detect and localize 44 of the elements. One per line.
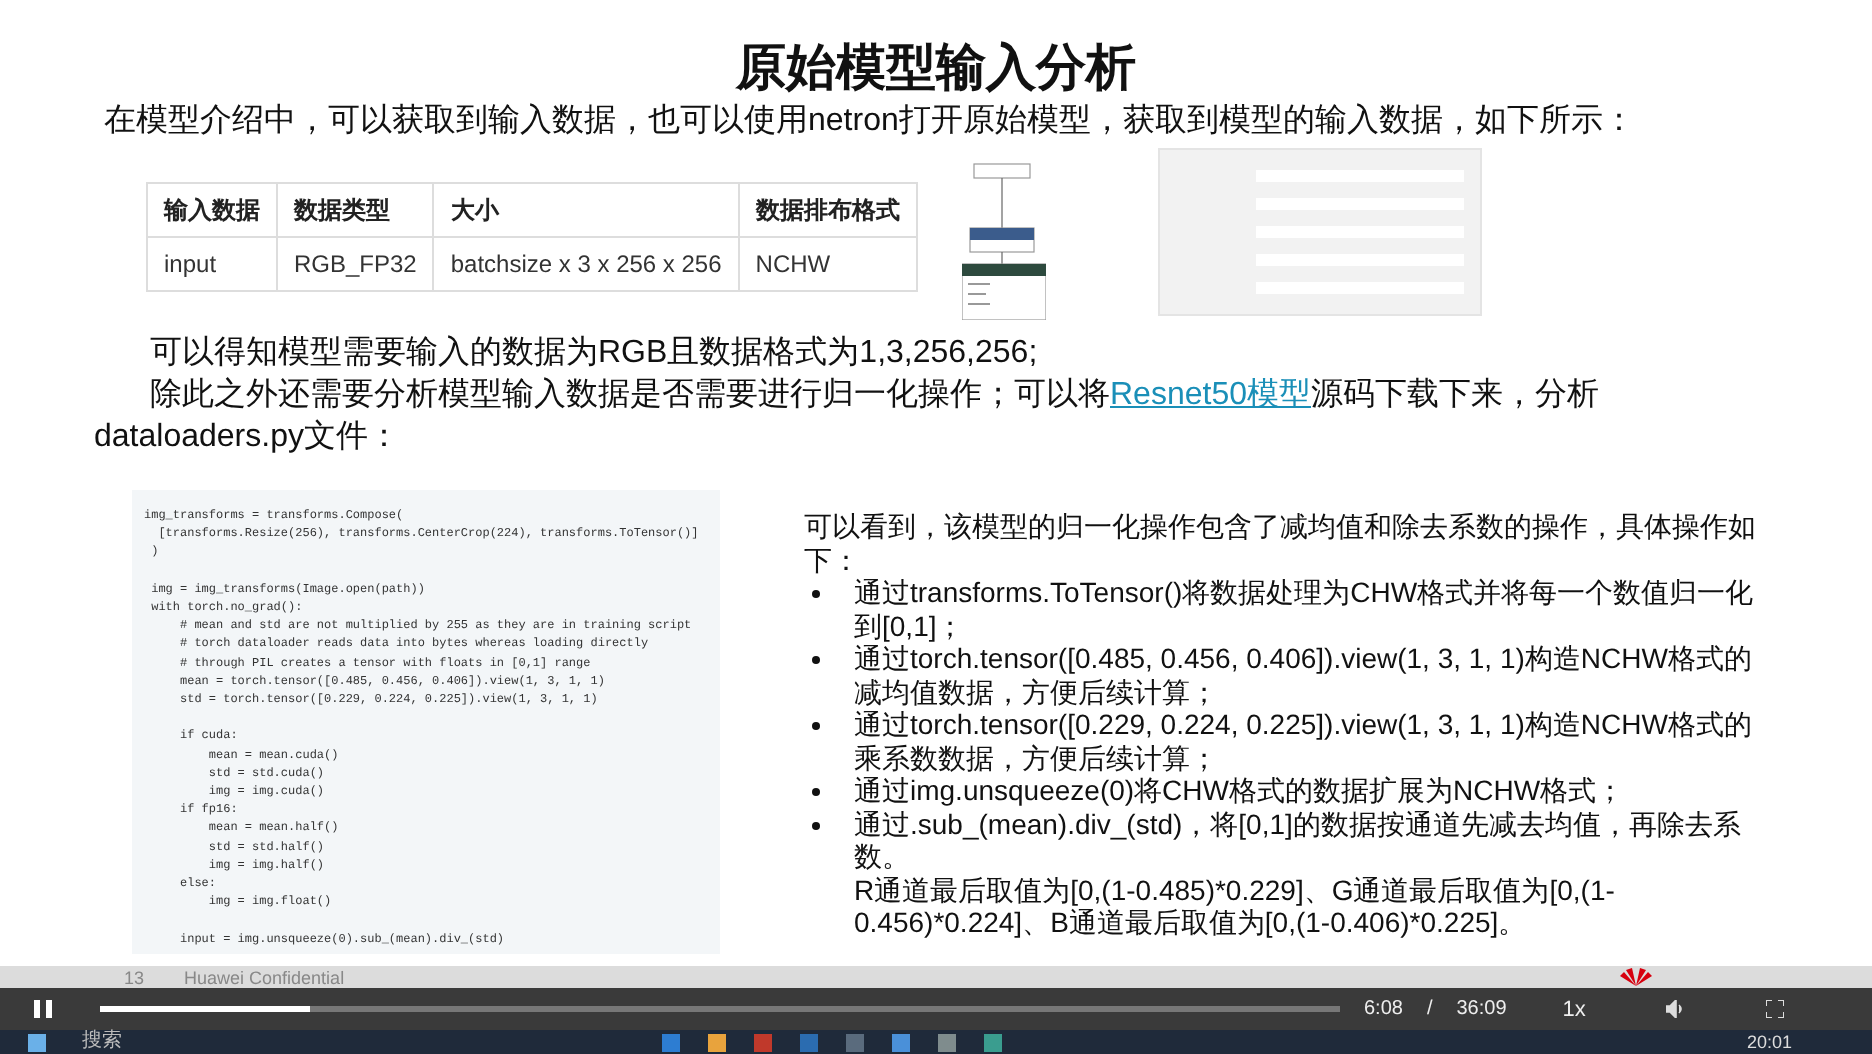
time-separator: / xyxy=(1426,998,1433,1020)
table-cell: RGB_FP32 xyxy=(277,237,434,291)
taskbar-app-icon[interactable] xyxy=(984,1033,1002,1051)
bullet-text: 通过img.unsqueeze(0)将CHW格式的数据扩展为NCHW格式； xyxy=(854,774,1627,807)
taskbar-app-icon[interactable] xyxy=(662,1033,680,1051)
explanation-text: 可以看到，该模型的归一化操作包含了减均值和除去系数的操作，具体操作如下： xyxy=(804,510,1758,576)
taskbar-clock: 20:01 xyxy=(1746,1032,1792,1052)
total-time: 36:09 xyxy=(1456,998,1507,1020)
bullet-icon xyxy=(812,821,820,829)
fullscreen-icon[interactable] xyxy=(1765,1000,1784,1018)
body-text: 除此之外还需要分析模型输入数据是否需要进行归一化操作；可以将Resnet50模型源码下载下来，分析dataloaders.py文件： xyxy=(94,375,1601,458)
taskbar-app-icon[interactable] xyxy=(708,1033,726,1051)
table-cell: batchsize x 3 x 256 x 256 xyxy=(433,237,739,291)
intro-text: 在模型介绍中，可以获取到输入数据，也可以使用netron打开原始模型，获取到模型的输入数据，如下所示： xyxy=(104,101,1637,142)
progress-track[interactable] xyxy=(100,1006,1340,1012)
bullet-text: 通过.sub_(mean).div_(std)，将[0,1]的数据按通道先减去均值，再除去系数。 xyxy=(854,807,1743,873)
note-text: R通道最后取值为[0,(1-0.485)*0.229]、G通道最后取值为[0,(1-0.456)*0.224]、B通道最后取值为[0,(1-0.406)*0.225]。 xyxy=(854,873,1617,939)
current-time: 6:08 xyxy=(1364,998,1403,1020)
body-text: 可以得知模型需要输入的数据为RGB且数据格式为1,3,256,256; xyxy=(148,333,1040,374)
bullet-icon xyxy=(812,656,820,664)
speed-button[interactable]: 1x xyxy=(1562,997,1586,1021)
bullet-icon xyxy=(812,590,820,598)
footer-text: Huawei Confidential xyxy=(184,967,345,987)
bullet-icon xyxy=(812,788,820,796)
taskbar-search-field[interactable]: 搜索 xyxy=(82,1030,422,1054)
table-header-cell: 大小 xyxy=(433,183,739,237)
table-header-cell: 数据排布格式 xyxy=(738,183,917,237)
bullet-icon xyxy=(812,722,820,730)
taskbar-app-icon[interactable] xyxy=(938,1033,956,1051)
resnet-link[interactable]: Resnet50模型 xyxy=(1110,378,1311,412)
table-header-cell: 输入数据 xyxy=(147,183,277,237)
taskbar-app-icon[interactable] xyxy=(892,1033,910,1051)
volume-icon[interactable] xyxy=(1665,1000,1686,1018)
play-pause-button[interactable] xyxy=(28,995,56,1023)
bullet-text: 通过torch.tensor([0.229, 0.224, 0.225]).view(1, 3, 1, 1)构造NCHW格式的乘系数数据，方便后续计算； xyxy=(854,708,1754,774)
bullet-text: 通过torch.tensor([0.485, 0.456, 0.406]).view(1, 3, 1, 1)构造NCHW格式的减均值数据，方便后续计算； xyxy=(854,642,1754,708)
table-header-cell: 数据类型 xyxy=(277,183,434,237)
windows-start-icon[interactable] xyxy=(28,1033,46,1051)
bullet-text: 通过transforms.ToTensor()将数据处理为CHW格式并将每一个数值归一化到[0,1]； xyxy=(854,576,1756,642)
page-number: 13 xyxy=(124,967,145,987)
table-cell: input xyxy=(147,237,277,291)
flower-logo-icon xyxy=(1620,968,1652,986)
slide-title: 原始模型输入分析 xyxy=(736,38,1136,100)
table-cell: NCHW xyxy=(738,237,917,291)
